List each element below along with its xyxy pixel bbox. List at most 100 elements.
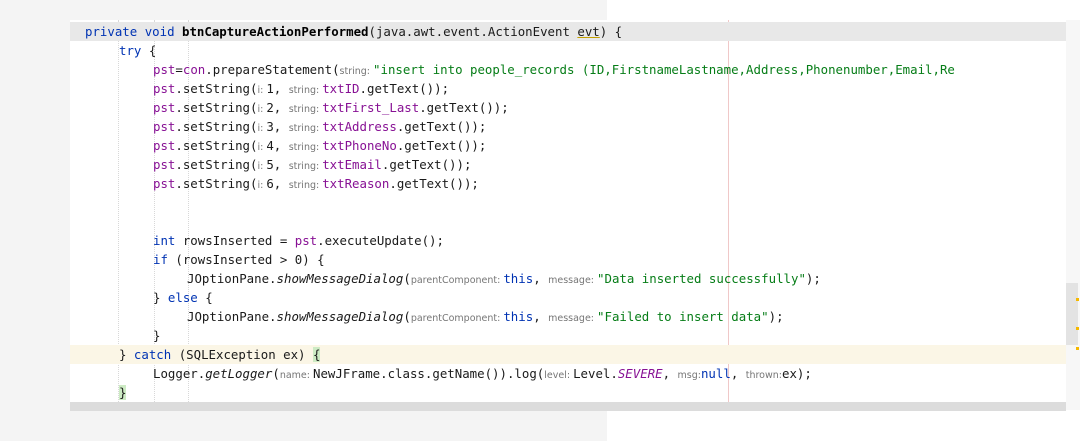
gettext-call: .getText()); xyxy=(396,119,487,134)
code-line-method-signature[interactable]: private void btnCaptureActionPerformed(j… xyxy=(70,22,1066,41)
gettext-call: .getText()); xyxy=(359,81,450,96)
code-line-logger[interactable]: Logger.getLogger(name: NewJFrame.class.g… xyxy=(70,364,1066,383)
var-pst: pst xyxy=(153,176,176,191)
param-index: 1 xyxy=(266,81,274,96)
setstring-call: .setString( xyxy=(175,157,258,172)
comma: , xyxy=(273,100,289,115)
code-line-setstring[interactable]: pst.setString(i: 6, string: txtReason.ge… xyxy=(70,174,1066,193)
keyword-void: void xyxy=(144,24,175,39)
open-paren: ( xyxy=(403,271,411,286)
scrollbar-thumb[interactable] xyxy=(1066,283,1078,345)
code-line-setstring[interactable]: pst.setString(i: 4, string: txtPhoneNo.g… xyxy=(70,136,1066,155)
param-index: 4 xyxy=(266,138,274,153)
param-hint-thrown: thrown: xyxy=(745,370,782,381)
var-pst: pst xyxy=(153,100,176,115)
comma: , xyxy=(533,309,549,324)
comma: , xyxy=(273,81,289,96)
sql-string: "insert into people_records (ID,Firstnam… xyxy=(373,62,955,77)
class-logger: Logger. xyxy=(153,366,206,381)
execute-call: .executeUpdate(); xyxy=(317,233,444,248)
param-hint-message: message: xyxy=(548,313,598,324)
code-line-setstring[interactable]: pst.setString(i: 2, string: txtFirst_Las… xyxy=(70,98,1066,117)
success-string: "Data inserted successfully" xyxy=(597,271,806,286)
var-ex: ex xyxy=(781,366,797,381)
comma: , xyxy=(273,176,289,191)
keyword-else: else xyxy=(167,290,198,305)
param-hint-parent: parentComponent: xyxy=(410,275,504,286)
var-pst: pst xyxy=(153,81,176,96)
warning-marker[interactable] xyxy=(1076,327,1079,330)
var-con: con xyxy=(182,62,206,77)
code-line-else[interactable]: } else { xyxy=(70,288,1066,307)
code-line-fail-dialog[interactable]: JOptionPane.showMessageDialog(parentComp… xyxy=(70,307,1066,326)
close-brace: } xyxy=(153,328,161,343)
comma: , xyxy=(273,138,289,153)
matched-brace: } xyxy=(119,385,127,400)
param-evt: evt xyxy=(577,24,600,39)
var-pst: pst xyxy=(153,62,176,77)
code-line-close-if[interactable]: } xyxy=(70,326,1066,345)
prepare-call: .prepareStatement( xyxy=(205,62,340,77)
var-pst: pst xyxy=(294,233,318,248)
try-brace: { xyxy=(141,43,157,58)
param-hint-string: string: xyxy=(288,161,323,172)
class-level: Level. xyxy=(573,366,618,381)
keyword-if: if xyxy=(153,252,168,267)
logger-arg: NewJFrame.class.getName()).log( xyxy=(313,366,545,381)
param-hint-string: string: xyxy=(339,66,374,77)
keyword-null: null xyxy=(700,366,731,381)
param-index: 5 xyxy=(266,157,274,172)
const-severe: SEVERE xyxy=(617,366,663,381)
code-line-catch[interactable]: } catch (SQLException ex) { xyxy=(70,345,1066,364)
code-line-setstring[interactable]: pst.setString(i: 1, string: txtID.getTex… xyxy=(70,79,1066,98)
gettext-call: .getText()); xyxy=(381,157,472,172)
param-hint-i: i: xyxy=(257,142,267,153)
keyword-private: private xyxy=(85,24,138,39)
code-line-close-catch[interactable]: } xyxy=(70,383,1066,402)
code-line-try[interactable]: try { xyxy=(70,41,1066,60)
field-name: txtAddress xyxy=(322,119,397,134)
class-joptionpane: JOptionPane. xyxy=(187,271,277,286)
close-paren: ); xyxy=(805,271,821,286)
method-get-logger: getLogger xyxy=(205,366,273,381)
comma: , xyxy=(730,366,746,381)
code-line-prepare-statement[interactable]: pst=con.prepareStatement(string: "insert… xyxy=(70,60,1066,79)
close-paren: ); xyxy=(796,366,812,381)
warning-marker[interactable] xyxy=(1076,347,1079,350)
vertical-scrollbar[interactable] xyxy=(1066,20,1080,410)
param-hint-i: i: xyxy=(257,85,267,96)
code-editor[interactable]: private void btnCaptureActionPerformed(j… xyxy=(70,20,1066,410)
method-open-brace: ) { xyxy=(599,24,623,39)
field-name: txtEmail xyxy=(322,157,382,172)
code-line-setstring[interactable]: pst.setString(i: 5, string: txtEmail.get… xyxy=(70,155,1066,174)
field-name: txtFirst_Last xyxy=(322,100,420,115)
field-name: txtPhoneNo xyxy=(322,138,397,153)
horizontal-scrollbar[interactable] xyxy=(70,402,1066,411)
param-hint-parent: parentComponent: xyxy=(410,313,504,324)
warning-marker[interactable] xyxy=(1076,298,1079,301)
param-hint-name: name: xyxy=(279,370,313,381)
gettext-call: .getText()); xyxy=(396,138,487,153)
class-joptionpane: JOptionPane. xyxy=(187,309,277,324)
setstring-call: .setString( xyxy=(175,81,258,96)
code-line-if[interactable]: if (rowsInserted > 0) { xyxy=(70,250,1066,269)
keyword-try: try xyxy=(119,43,142,58)
method-name: btnCaptureActionPerformed xyxy=(182,24,369,39)
param-hint-i: i: xyxy=(257,180,267,191)
close-paren: ); xyxy=(768,309,784,324)
open-paren: ( xyxy=(403,309,411,324)
field-name: txtID xyxy=(322,81,360,96)
method-params: (java.awt.event.ActionEvent xyxy=(368,24,578,39)
comma: , xyxy=(662,366,678,381)
keyword-this: this xyxy=(503,309,534,324)
param-index: 2 xyxy=(266,100,274,115)
fail-string: "Failed to insert data" xyxy=(597,309,769,324)
open-paren: ( xyxy=(272,366,280,381)
keyword-this: this xyxy=(503,271,534,286)
code-line-setstring[interactable]: pst.setString(i: 3, string: txtAddress.g… xyxy=(70,117,1066,136)
code-line-execute-update[interactable]: int rowsInserted = pst.executeUpdate(); xyxy=(70,231,1066,250)
keyword-int: int xyxy=(153,233,176,248)
param-hint-string: string: xyxy=(288,104,323,115)
param-hint-message: message: xyxy=(548,275,598,286)
code-line-success-dialog[interactable]: JOptionPane.showMessageDialog(parentComp… xyxy=(70,269,1066,288)
